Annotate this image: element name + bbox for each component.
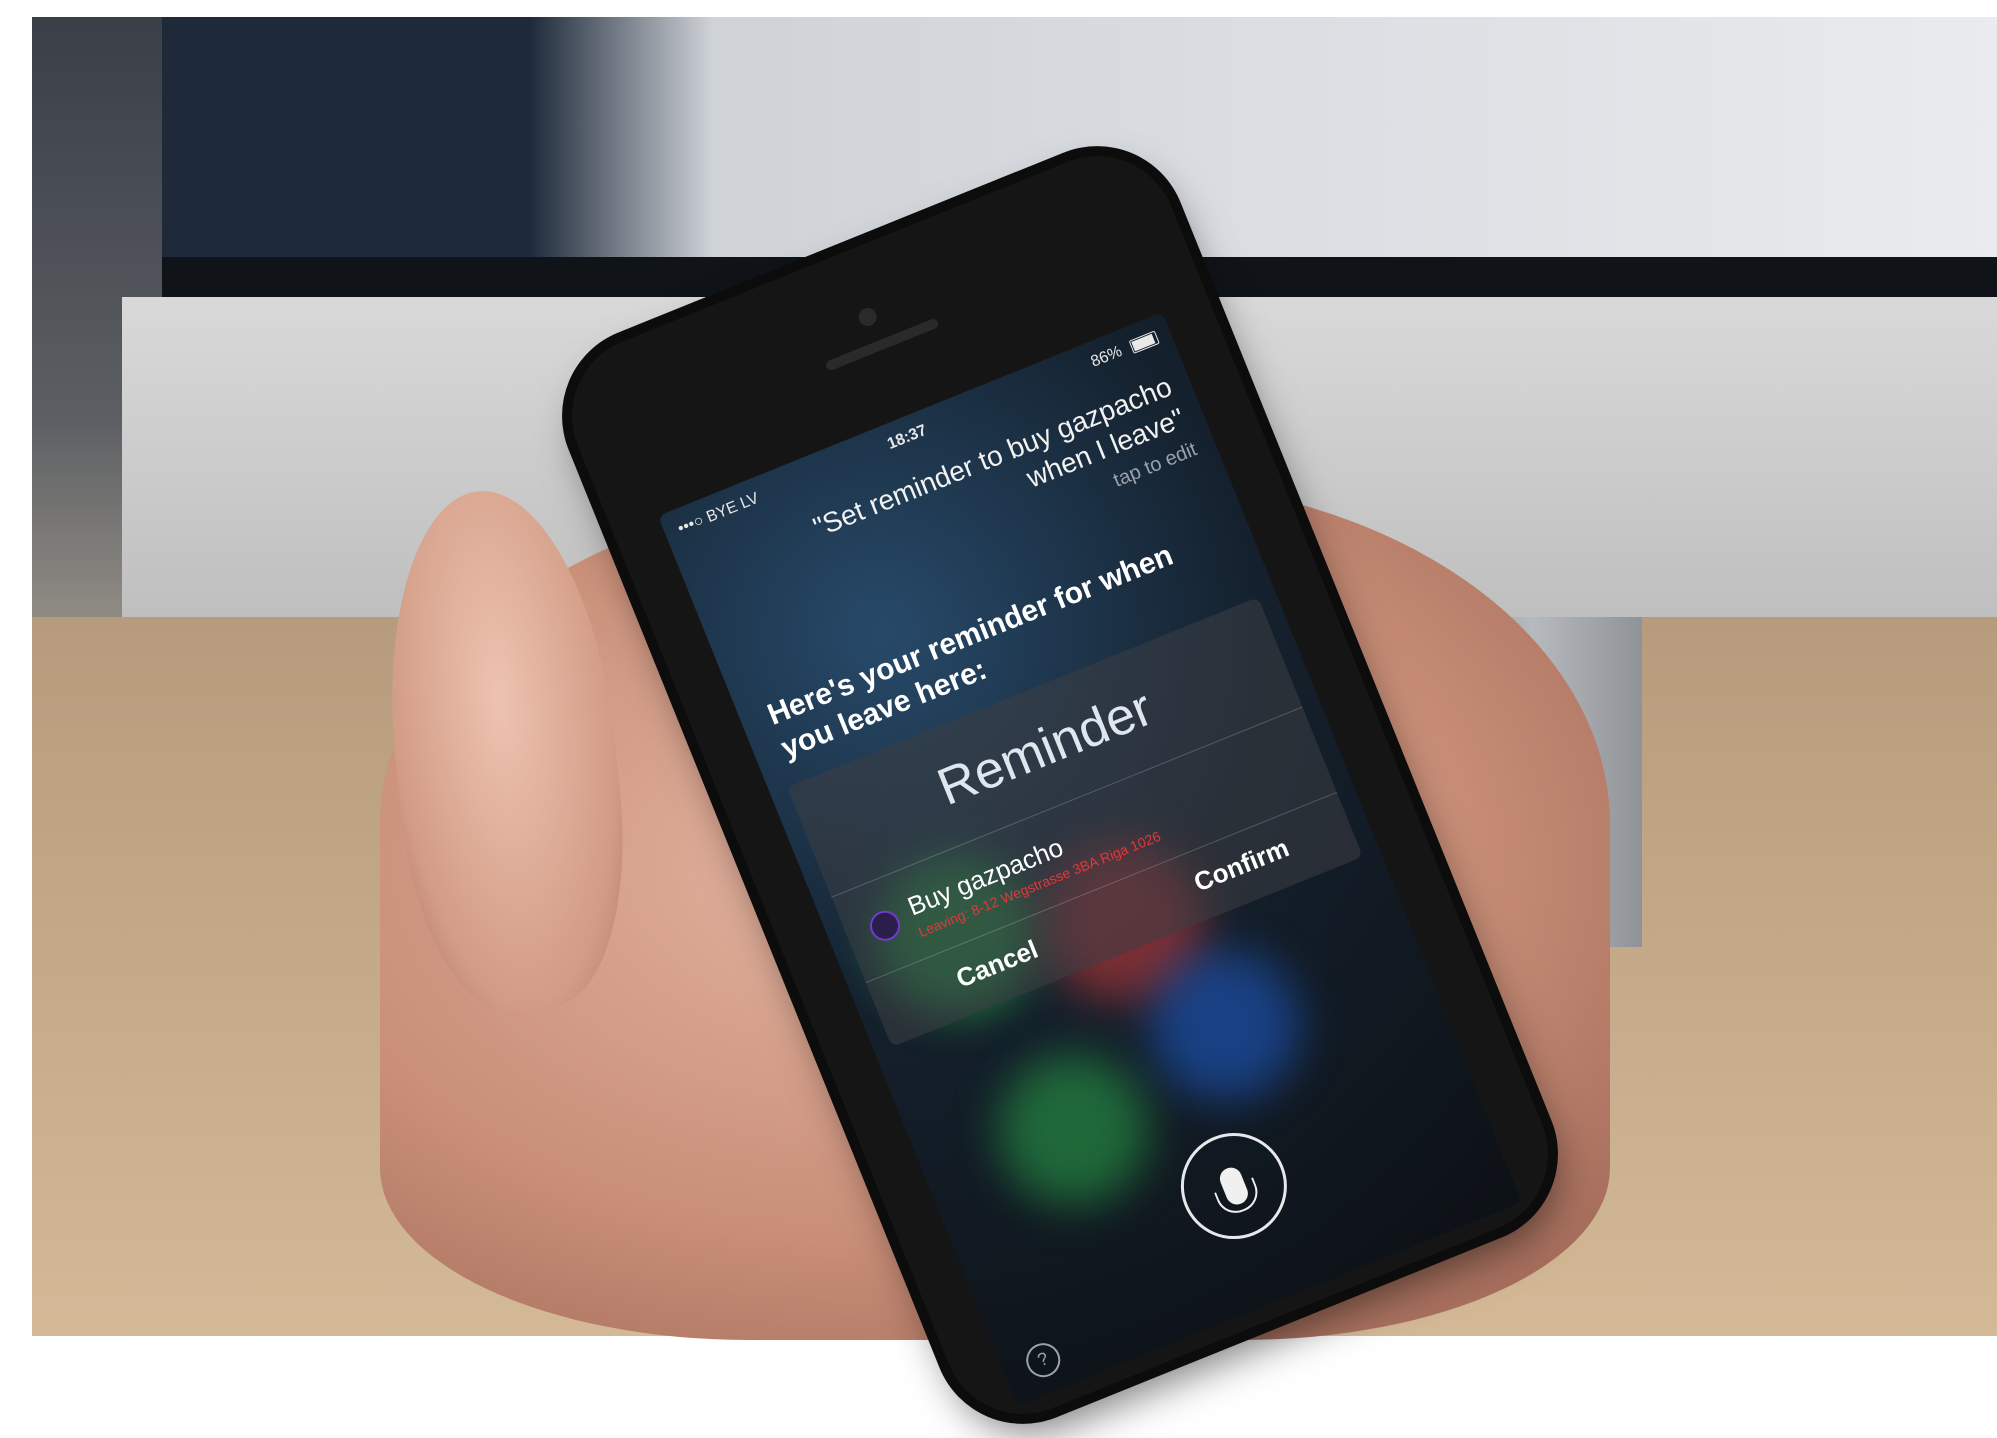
microphone-stand	[1214, 1177, 1264, 1219]
blurred-app-icon-green-2	[975, 1032, 1171, 1228]
status-right: 86%	[1089, 329, 1161, 372]
microphone-icon	[1214, 1164, 1264, 1219]
reminder-checkbox-icon[interactable]	[865, 906, 905, 946]
confirm-button[interactable]: Confirm	[1184, 829, 1300, 901]
front-camera	[855, 305, 880, 329]
carrier-label: •••○ BYE LV	[675, 489, 762, 538]
battery-percent: 86%	[1088, 343, 1125, 371]
status-time: 18:37	[884, 421, 930, 454]
siri-microphone-button[interactable]	[1164, 1117, 1303, 1256]
cancel-button[interactable]: Cancel	[946, 931, 1049, 998]
battery-icon	[1128, 330, 1160, 354]
earpiece-speaker	[824, 317, 940, 372]
help-icon[interactable]: ?	[1021, 1338, 1066, 1383]
